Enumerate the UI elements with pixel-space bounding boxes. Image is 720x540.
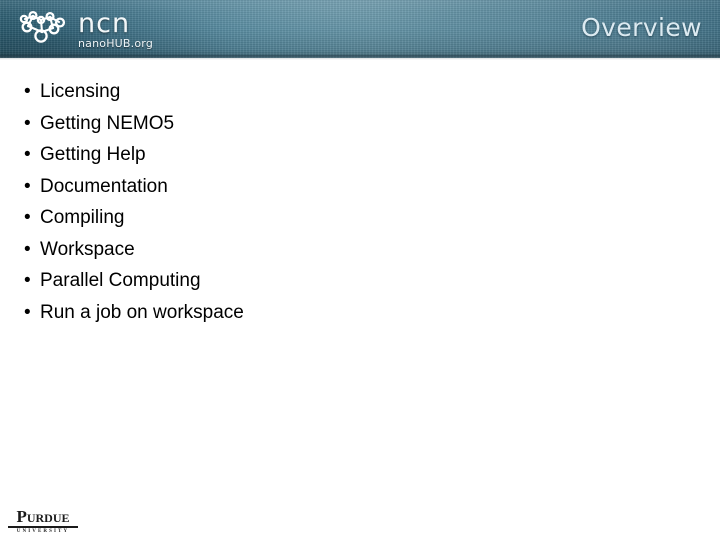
bullet-dot-icon: •: [24, 81, 31, 102]
bullet-dot-icon: •: [24, 112, 31, 134]
bullet-dot-icon: •: [24, 301, 31, 323]
purdue-underline-rule: [8, 526, 78, 528]
list-item-label: Getting NEMO5: [40, 112, 175, 134]
purdue-university-subtext: UNIVERSITY: [16, 529, 70, 534]
list-item: • Getting Help: [24, 139, 664, 171]
list-item: • Compiling: [24, 202, 664, 234]
list-item: • Run a job on workspace: [24, 297, 664, 329]
list-item-label: Getting Help: [40, 144, 146, 165]
list-item-label: Documentation: [40, 175, 168, 197]
list-item-label: Workspace: [40, 238, 135, 260]
list-item-label: Licensing: [40, 81, 121, 102]
bullet-dot-icon: •: [24, 238, 31, 260]
slide-root: ncn nanoHUB.org Overview • Licensing • G…: [0, 0, 720, 540]
list-item: • Workspace: [24, 234, 664, 266]
page-title: Overview: [581, 13, 702, 42]
ncn-network-icon: [19, 10, 66, 43]
list-item: • Parallel Computing: [24, 265, 664, 297]
list-item: • Getting NEMO5: [24, 108, 664, 140]
bullet-dot-icon: •: [24, 270, 31, 291]
list-item-label: Run a job on workspace: [40, 301, 244, 323]
ncn-nanohub-logo: ncn nanoHUB.org: [16, 6, 153, 52]
purdue-university-logo: Purdue UNIVERSITY: [8, 508, 78, 534]
ncn-wordmark-group: ncn nanoHUB.org: [78, 10, 153, 49]
bullet-dot-icon: •: [24, 144, 31, 165]
list-item-label: Compiling: [40, 207, 125, 228]
list-item-label: Parallel Computing: [40, 270, 201, 291]
list-item: • Documentation: [24, 171, 664, 203]
purdue-wordmark: Purdue: [16, 507, 70, 526]
overview-bullet-list: • Licensing • Getting NEMO5 • Getting He…: [24, 76, 664, 328]
nanohub-subtext: nanoHUB.org: [78, 36, 154, 50]
bullet-dot-icon: •: [24, 207, 31, 228]
list-item: • Licensing: [24, 76, 664, 108]
ncn-wordmark: ncn: [78, 7, 131, 39]
header-underline: [0, 58, 720, 60]
bullet-dot-icon: •: [24, 175, 31, 197]
